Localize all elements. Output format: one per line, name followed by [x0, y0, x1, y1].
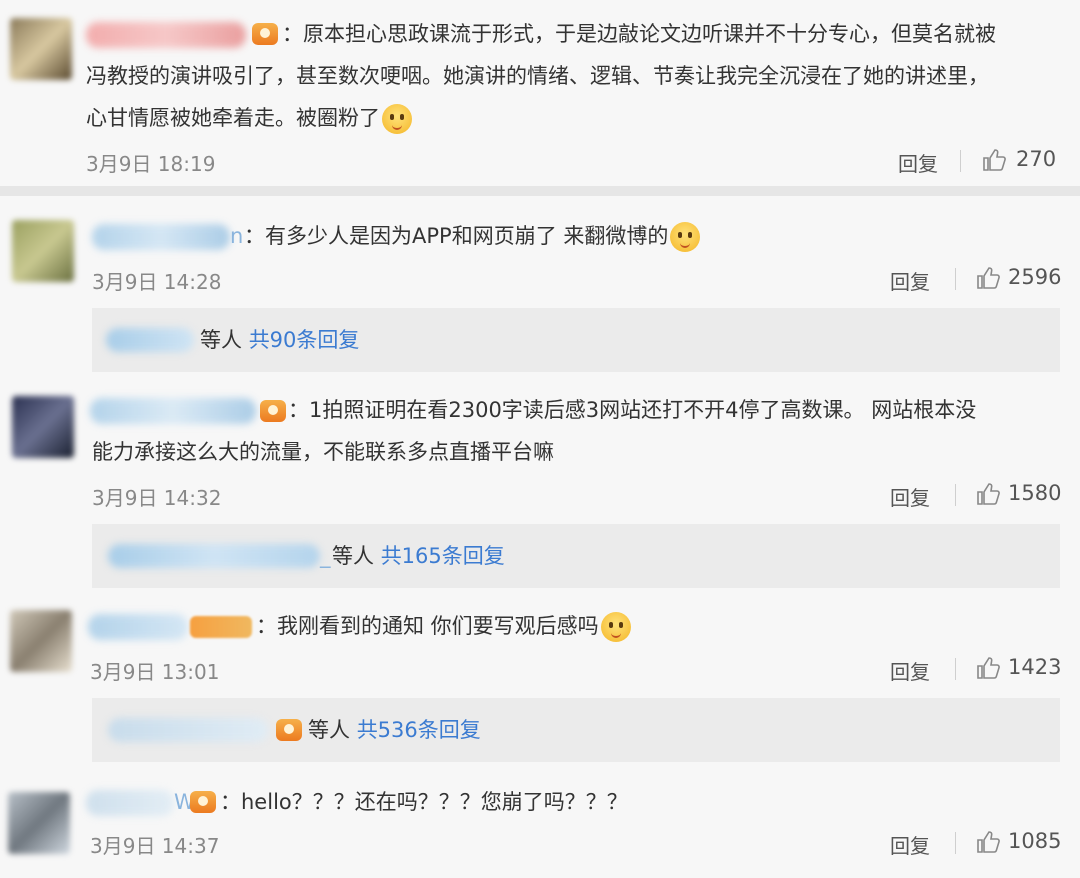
reply-button[interactable]: 回复	[890, 266, 930, 295]
username-suffix[interactable]: n	[230, 216, 243, 256]
view-replies-link[interactable]: 共165条回复	[381, 544, 505, 568]
sub-reply-username[interactable]	[108, 544, 320, 568]
view-replies-link[interactable]: 共536条回复	[357, 718, 481, 742]
vip-badge-icon	[252, 23, 278, 45]
thumbs-up-icon[interactable]	[976, 482, 1000, 506]
comment-card: ：原本担心思政课流于形式，于是边敲论文边听课并不十分专心，但莫名就被 冯教授的演…	[0, 0, 1080, 186]
username[interactable]	[86, 790, 174, 816]
like-count: 2596	[1008, 265, 1062, 289]
comment-time: 3月9日 14:28	[92, 270, 222, 294]
comment-text: ：1拍照证明在看2300字读后感3网站还打不开4停了高数课。 网站根本没	[288, 398, 977, 422]
doge-emoji-icon	[670, 222, 701, 252]
like-count: 1085	[1008, 829, 1062, 853]
vip-badge-icon	[190, 791, 216, 813]
avatar[interactable]	[12, 220, 74, 282]
avatar[interactable]	[10, 18, 72, 80]
thumbs-up-icon[interactable]	[982, 148, 1006, 172]
username[interactable]	[90, 398, 256, 424]
comment-text: 能力承接这么大的流量，不能联系多点直播平台嘛	[92, 440, 554, 464]
like-count: 270	[1016, 147, 1057, 171]
smile-emoji-icon	[382, 104, 412, 134]
reply-button[interactable]: 回复	[890, 656, 930, 685]
divider	[955, 832, 956, 854]
vip-badge-icon	[276, 719, 302, 741]
divider	[955, 658, 956, 680]
comments-page: ：原本担心思政课流于形式，于是边敲论文边听课并不十分专心，但莫名就被 冯教授的演…	[0, 0, 1080, 878]
divider	[955, 484, 956, 506]
username[interactable]	[88, 614, 188, 640]
sub-reply-username[interactable]	[108, 718, 268, 742]
comment-text: ：原本担心思政课流于形式，于是边敲论文边听课并不十分专心，但莫名就被	[282, 22, 996, 46]
like-count: 1423	[1008, 655, 1062, 679]
sub-reply-summary[interactable]: 等人 共90条回复	[92, 308, 1060, 372]
sub-reply-summary[interactable]: 等人 共536条回复	[92, 698, 1060, 762]
sub-reply-username[interactable]	[106, 328, 194, 352]
fan-badge-icon	[190, 616, 252, 638]
thumbs-up-icon[interactable]	[976, 656, 1000, 680]
smile-emoji-icon	[600, 612, 631, 642]
avatar[interactable]	[12, 396, 74, 458]
sub-reply-summary[interactable]: _ 等人 共165条回复	[92, 524, 1060, 588]
vip-badge-icon	[260, 400, 286, 422]
comment-text: 冯教授的演讲吸引了，甚至数次哽咽。她演讲的情绪、逻辑、节奏让我完全沉浸在了她的讲…	[86, 64, 989, 88]
comment-time: 3月9日 13:01	[90, 660, 220, 684]
comment-text: ：hello？？？还在吗？？？您崩了吗？？？	[220, 790, 628, 814]
comment-time: 3月9日 18:19	[86, 152, 216, 176]
username[interactable]	[86, 22, 246, 48]
comment-text: 心甘情愿被她牵着走。被圈粉了	[86, 98, 412, 138]
reply-button[interactable]: 回复	[898, 148, 938, 177]
comment-time: 3月9日 14:32	[92, 486, 222, 510]
avatar[interactable]	[10, 610, 72, 672]
thumbs-up-icon[interactable]	[976, 266, 1000, 290]
divider	[955, 268, 956, 290]
avatar[interactable]	[8, 792, 70, 854]
reply-button[interactable]: 回复	[890, 482, 930, 511]
sub-reply-text: 等人 共165条回复	[332, 544, 505, 568]
comment-time: 3月9日 14:37	[90, 834, 220, 858]
comment-text: ：我刚看到的通知 你们要写观后感吗	[256, 606, 631, 646]
sub-reply-text: 等人 共90条回复	[200, 328, 360, 352]
like-count: 1580	[1008, 481, 1062, 505]
thumbs-up-icon[interactable]	[976, 830, 1000, 854]
sub-reply-text: 等人 共536条回复	[308, 718, 481, 742]
sub-reply-username-tail[interactable]: _	[320, 524, 331, 588]
comment-text: ：有多少人是因为APP和网页崩了 来翻微博的	[244, 216, 701, 256]
view-replies-link[interactable]: 共90条回复	[249, 328, 360, 352]
username[interactable]	[92, 224, 230, 250]
divider	[960, 150, 961, 172]
reply-button[interactable]: 回复	[890, 830, 930, 859]
comment-card: n ：有多少人是因为APP和网页崩了 来翻微博的 3月9日 14:28 回复 2…	[0, 196, 1080, 878]
